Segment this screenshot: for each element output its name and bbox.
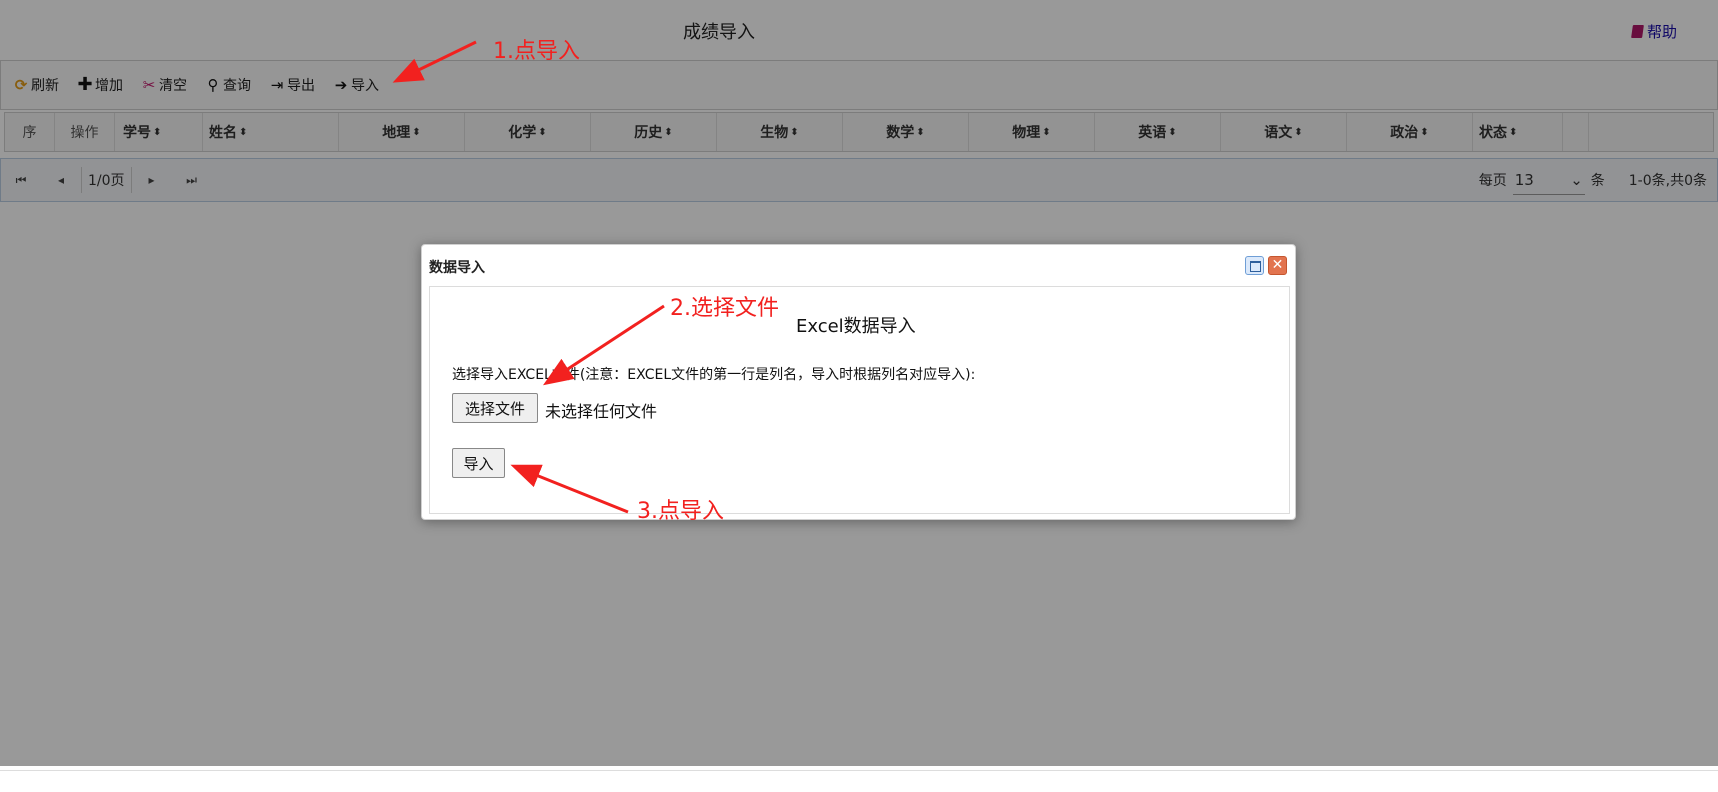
dialog-body: Excel数据导入 选择导入EXCEL文件(注意：EXCEL文件的第一行是列名，…: [429, 286, 1290, 514]
annotation-step-1: 1.点导入: [493, 39, 580, 64]
dialog-title: 数据导入: [429, 260, 485, 276]
import-submit-button[interactable]: 导入: [452, 448, 505, 478]
close-icon[interactable]: ✕: [1268, 256, 1287, 275]
import-dialog: 数据导入 ✕ Excel数据导入 选择导入EXCEL文件(注意：EXCEL文件的…: [421, 244, 1296, 520]
annotation-step-3: 3.点导入: [637, 499, 724, 524]
file-status: 未选择任何文件: [545, 402, 658, 421]
dialog-header: 数据导入 ✕: [422, 245, 1295, 285]
choose-file-button[interactable]: 选择文件: [452, 393, 538, 423]
footer-strip: [0, 770, 1718, 792]
annotation-step-2: 2.选择文件: [670, 296, 779, 321]
dialog-heading: Excel数据导入: [796, 316, 916, 337]
maximize-icon[interactable]: [1245, 256, 1264, 275]
import-hint: 选择导入EXCEL文件(注意：EXCEL文件的第一行是列名，导入时根据列名对应导…: [452, 367, 976, 383]
